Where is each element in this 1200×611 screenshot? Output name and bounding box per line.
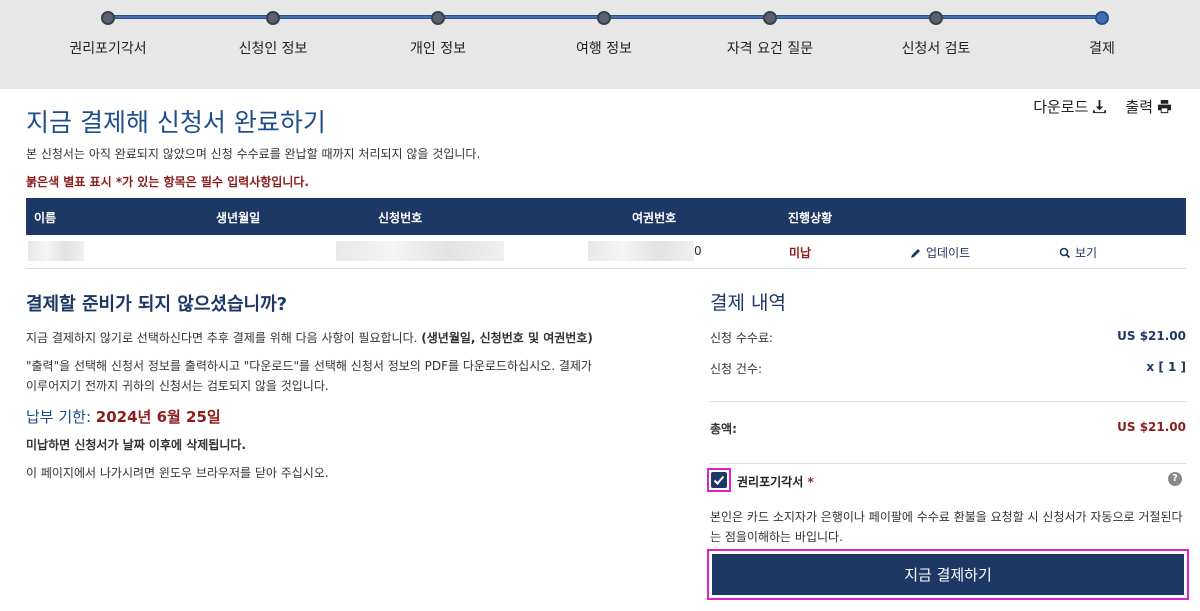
col-status: 진행상황: [788, 211, 833, 225]
view-label: 보기: [1075, 246, 1098, 260]
total-label: 총액:: [710, 422, 737, 436]
summary-divider: [710, 401, 1186, 402]
delete-warning: 미납하면 신청서가 날짜 이후에 삭제됩니다.: [26, 438, 246, 452]
download-link[interactable]: 다운로드: [1033, 96, 1107, 117]
step-label: 여행 정보: [576, 41, 632, 57]
redacted-name: [28, 241, 84, 261]
step-applicant-info[interactable]: 신청인 정보: [193, 8, 353, 58]
count-value: x [ 1 ]: [1146, 360, 1186, 374]
summary-heading: 결제 내역: [710, 292, 786, 314]
table-header: 이름 생년월일 신청번호 여권번호 진행상황: [26, 198, 1186, 235]
step-label: 신청인 정보: [238, 41, 308, 57]
not-ready-section: 결제할 준비가 되지 않으셨습니까? 지금 결제하지 않기로 선택하신다면 추후…: [26, 290, 596, 491]
payment-deadline: 납부 기한: 2024년 6월 25일: [26, 406, 596, 427]
redacted-passport-number: [588, 241, 694, 261]
printer-icon: [1157, 99, 1172, 114]
print-label: 출력: [1125, 98, 1153, 116]
step-dot: [266, 11, 280, 25]
deadline-label: 납부 기한:: [26, 408, 96, 426]
waiver-checkbox[interactable]: [707, 468, 731, 492]
step-waiver[interactable]: 권리포기각서: [28, 8, 188, 58]
checkbox-box: [711, 472, 727, 488]
waiver-label: 권리포기각서 *: [737, 473, 814, 490]
col-passport-number: 여권번호: [632, 211, 677, 225]
download-label: 다운로드: [1033, 98, 1089, 116]
pencil-icon: [911, 248, 920, 258]
deadline-date: 2024년 6월 25일: [95, 408, 221, 426]
progress-bar: 권리포기각서 신청인 정보 개인 정보 여행 정보 자격 요건 질문 신청서 검…: [0, 0, 1200, 89]
required-asterisk: *: [807, 475, 814, 489]
fee-row: 신청 수수료: US $21.00: [710, 329, 1186, 360]
top-actions: 다운로드 출력: [1033, 96, 1172, 117]
step-personal-info[interactable]: 개인 정보: [358, 8, 518, 58]
not-ready-heading: 결제할 준비가 되지 않으셨습니까?: [26, 294, 288, 315]
waiver-text: 본인은 카드 소지자가 은행이나 페이팔에 수수료 환불을 요청할 시 신청서가…: [710, 510, 1183, 544]
help-icon[interactable]: ?: [1168, 472, 1182, 486]
total-row: 총액: US $21.00: [710, 420, 1186, 451]
payment-summary: 결제 내역 신청 수수료: US $21.00 신청 건수: x [ 1 ] 총…: [710, 288, 1186, 464]
fee-value: US $21.00: [1117, 329, 1186, 343]
step-dot: [101, 11, 115, 25]
step-review[interactable]: 신청서 검토: [856, 8, 1016, 58]
checkmark-icon: [713, 475, 725, 485]
step-label: 신청서 검토: [901, 41, 971, 57]
step-label: 자격 요건 질문: [726, 41, 814, 57]
close-window-note: 이 페이지에서 나가시려면 윈도우 브라우저를 닫아 주십시오.: [26, 466, 329, 480]
print-link[interactable]: 출력: [1125, 96, 1172, 117]
print-download-info: "출력"을 선택해 신청서 정보를 출력하시고 "다운로드"를 선택해 신청서 …: [26, 359, 592, 393]
later-payment-text: 지금 결제하지 않기로 선택하신다면 추후 결제를 위해 다음 사항이 필요합니…: [26, 331, 418, 345]
later-payment-info: 지금 결제하지 않기로 선택하신다면 추후 결제를 위해 다음 사항이 필요합니…: [26, 328, 596, 348]
download-icon: [1093, 99, 1107, 114]
step-payment[interactable]: 결제: [1022, 8, 1182, 58]
count-label: 신청 건수:: [710, 362, 763, 376]
step-dot: [763, 11, 777, 25]
fee-label: 신청 수수료:: [710, 331, 774, 345]
page-title: 지금 결제해 신청서 완료하기: [26, 108, 326, 137]
pay-now-button[interactable]: 지금 결제하기: [712, 554, 1184, 595]
col-name: 이름: [34, 211, 57, 225]
step-label: 결제: [1089, 41, 1115, 57]
update-link[interactable]: 업데이트: [910, 244, 970, 261]
search-icon: [1059, 247, 1071, 258]
update-label: 업데이트: [926, 246, 971, 260]
col-birthdate: 생년월일: [216, 211, 261, 225]
total-value: US $21.00: [1117, 420, 1186, 434]
required-note: 붉은색 별표 표시 *가 있는 항목은 필수 입력사항입니다.: [26, 175, 309, 189]
step-travel-info[interactable]: 여행 정보: [524, 8, 684, 58]
step-dot: [431, 11, 445, 25]
step-dot: [929, 11, 943, 25]
waiver-label-text: 권리포기각서: [737, 475, 804, 489]
count-row: 신청 건수: x [ 1 ]: [710, 360, 1186, 391]
step-eligibility[interactable]: 자격 요건 질문: [690, 8, 850, 58]
passport-tail: 0: [694, 244, 702, 258]
application-table: 이름 생년월일 신청번호 여권번호 진행상황 0 미납 업데이트 보기: [26, 198, 1186, 269]
step-dot: [1095, 11, 1109, 25]
step-label: 개인 정보: [410, 41, 466, 57]
table-row: 0 미납 업데이트 보기: [26, 235, 1186, 269]
redacted-application-number: [336, 241, 504, 261]
status-badge: 미납: [789, 246, 812, 260]
intro-text: 본 신청서는 아직 완료되지 않았으며 신청 수수료를 완납할 때까지 처리되지…: [26, 147, 481, 161]
step-dot: [597, 11, 611, 25]
step-label: 권리포기각서: [69, 41, 147, 57]
col-application-number: 신청번호: [378, 211, 423, 225]
summary-divider: [710, 463, 1186, 464]
later-payment-required: (생년월일, 신청번호 및 여권번호): [421, 331, 593, 345]
pay-button-highlight: 지금 결제하기: [707, 549, 1189, 600]
view-link[interactable]: 보기: [1059, 244, 1097, 261]
